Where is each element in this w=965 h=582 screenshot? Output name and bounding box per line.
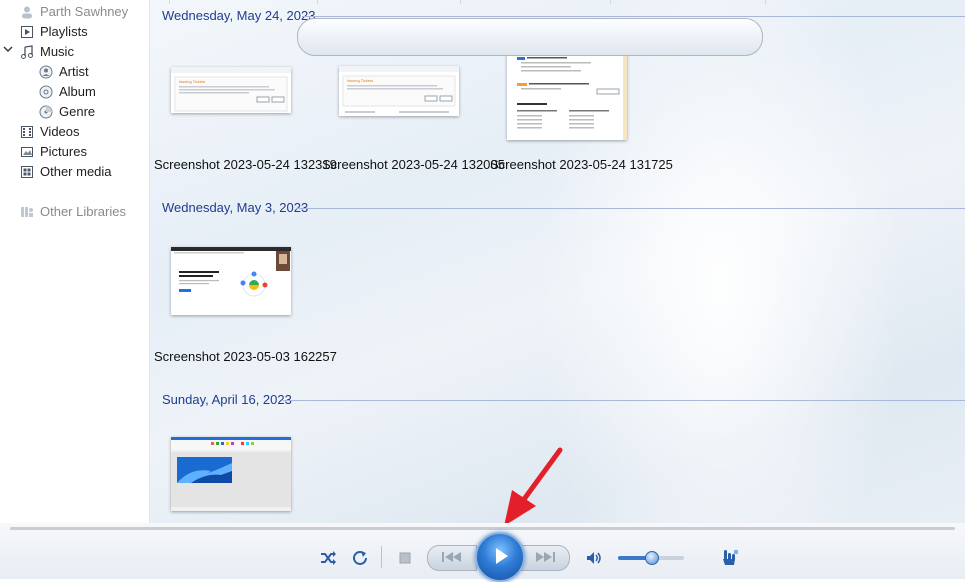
navigation-pane: Parth Sawhney Playlists Music Artist Alb… (0, 0, 150, 523)
sidebar-item-artist[interactable]: Artist (39, 62, 89, 82)
play-icon (489, 545, 511, 570)
sidebar-item-playlists[interactable]: Playlists (20, 22, 88, 42)
album-icon (39, 85, 53, 99)
sidebar-item-album[interactable]: Album (39, 82, 96, 102)
sidebar-item-other-media[interactable]: Other media (20, 162, 112, 182)
thumbnail-title: Issuing Tickets (179, 79, 205, 84)
group-divider (283, 400, 965, 401)
sidebar-item-videos[interactable]: Videos (20, 122, 80, 142)
thumbnail-caption[interactable]: Screenshot 2023-05-24 131725 (490, 157, 673, 172)
sidebar-item-label: Pictures (40, 144, 87, 159)
thumbnail-image[interactable] (171, 437, 291, 511)
sidebar-item-user[interactable]: Parth Sawhney (20, 2, 128, 22)
playlist-icon (20, 25, 34, 39)
person-icon (20, 5, 34, 19)
sidebar-item-music[interactable]: Music (20, 42, 74, 62)
stop-icon[interactable] (395, 548, 415, 568)
sidebar-item-genre[interactable]: Genre (39, 102, 95, 122)
sidebar-item-label: Playlists (40, 24, 88, 39)
previous-button[interactable] (427, 545, 477, 571)
thumbnail-title: Issuing Tickets (347, 78, 373, 83)
sidebar-item-label: Other media (40, 164, 112, 179)
sidebar-item-pictures[interactable]: Pictures (20, 142, 87, 162)
transport-controls (297, 18, 763, 56)
next-icon (532, 550, 558, 567)
next-button[interactable] (520, 545, 570, 571)
group-header-date[interactable]: Sunday, April 16, 2023 (162, 391, 292, 409)
thumbnail-caption[interactable]: Screenshot 2023-05-24 132005 (322, 157, 505, 172)
thumbnail-caption[interactable]: Screenshot 2023-05-24 132319 (154, 157, 337, 172)
thumbnail-caption[interactable]: Screenshot 2023-05-03 162257 (154, 349, 337, 364)
shuffle-icon[interactable] (318, 548, 338, 568)
controls-divider (381, 546, 382, 568)
volume-slider-handle[interactable] (645, 551, 659, 565)
volume-icon[interactable] (584, 548, 604, 568)
sidebar-item-label: Genre (59, 104, 96, 119)
sidebar-item-label: Music (40, 44, 74, 59)
repeat-icon[interactable] (350, 548, 370, 568)
switch-to-now-playing-icon[interactable] (719, 546, 741, 568)
sidebar-item-label: Album (59, 84, 96, 99)
sidebar-item-label: Artist (59, 64, 89, 79)
column-header-separators (150, 0, 965, 4)
group-divider (302, 16, 965, 17)
other-libraries-icon (20, 205, 34, 219)
sidebar-item-other-libraries[interactable]: Other Libraries (20, 202, 126, 222)
sidebar-item-label: Videos (40, 124, 80, 139)
seek-bar[interactable] (10, 527, 955, 530)
group-header-date[interactable]: Wednesday, May 3, 2023 (162, 199, 308, 217)
thumbnail-image[interactable] (171, 247, 291, 315)
group-divider (296, 208, 965, 209)
thumbnail-image[interactable]: Issuing Tickets (339, 66, 459, 116)
previous-icon (439, 550, 465, 567)
pictures-icon (20, 145, 34, 159)
library-content-pane: Wednesday, May 24, 2023 Issuing Tickets … (150, 0, 965, 523)
annotation-arrow-icon (504, 447, 563, 526)
music-note-icon (20, 45, 34, 59)
group-header-date[interactable]: Wednesday, May 24, 2023 (162, 7, 315, 25)
sidebar-item-label: Other Libraries (40, 204, 126, 219)
thumbnail-image[interactable]: Issuing Tickets (171, 67, 291, 113)
chevron-down-icon[interactable] (3, 44, 13, 56)
play-button[interactable] (475, 532, 525, 582)
artist-icon (39, 65, 53, 79)
other-media-icon (20, 165, 34, 179)
videos-icon (20, 125, 34, 139)
sidebar-item-label: Parth Sawhney (40, 4, 129, 19)
genre-icon (39, 105, 53, 119)
